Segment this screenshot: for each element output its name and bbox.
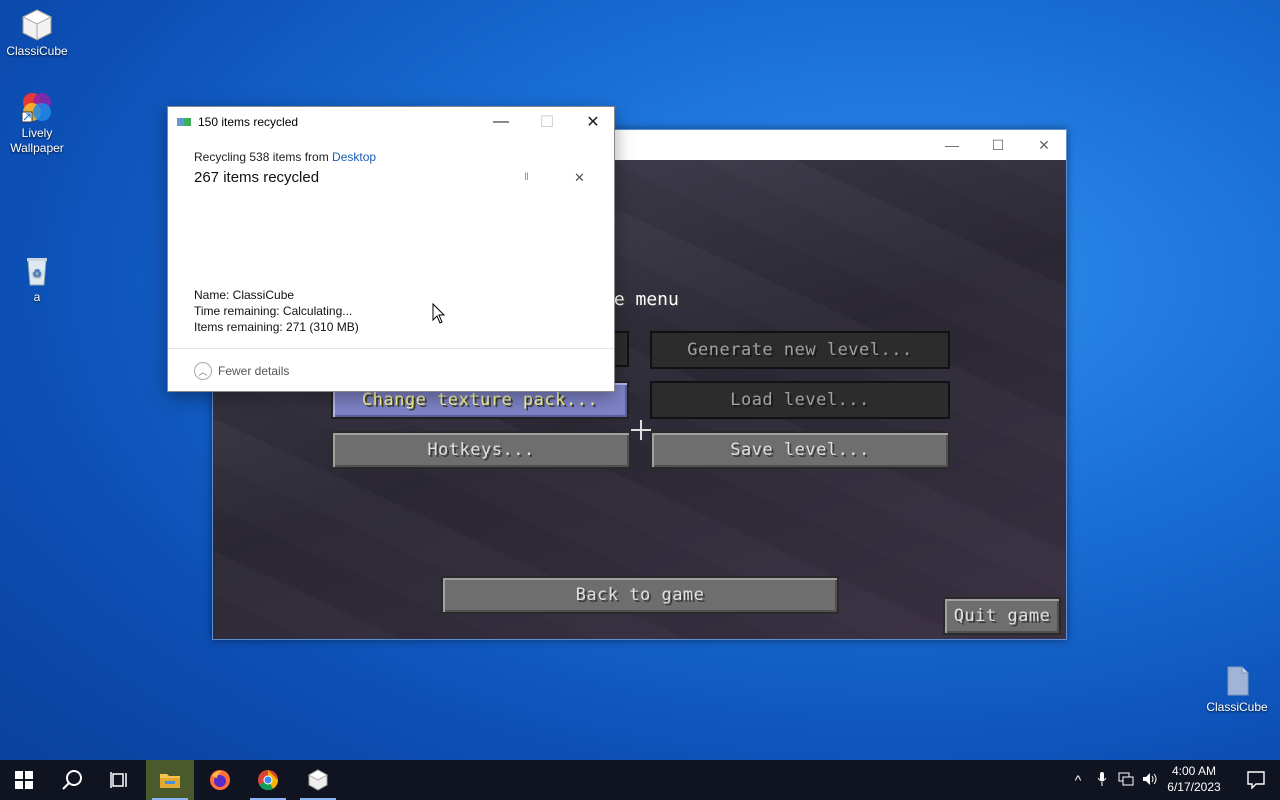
lively-wallpaper-icon (20, 90, 54, 124)
firefox-icon (210, 770, 230, 790)
microphone-icon[interactable] (1090, 771, 1114, 790)
classicube-icon (20, 8, 54, 42)
notification-button[interactable] (1232, 760, 1280, 800)
dialog-separator (168, 348, 614, 349)
progress-status: 267 items recycled (194, 169, 320, 186)
svg-text:♻: ♻ (32, 268, 42, 280)
recycle-bin-icon: ♻ (20, 254, 54, 288)
folder-icon (160, 774, 180, 788)
dialog-close-button[interactable]: ✕ (570, 107, 616, 137)
maximize-icon: ☐ (539, 114, 555, 131)
taskbar-clock[interactable]: 4:00 AM 6/17/2023 (1160, 763, 1228, 795)
recycle-progress-dialog: 150 items recycled — ☐ ✕ Recycling 538 i… (167, 106, 615, 392)
clock-time: 4:00 AM (1171, 764, 1217, 778)
dialog-maximize-button: ☐ (524, 107, 570, 137)
show-hidden-icons-chevron-icon[interactable]: ^ (1066, 772, 1090, 788)
quit-game-button[interactable]: Quit game (943, 597, 1061, 635)
close-icon: ✕ (586, 114, 600, 131)
network-icon[interactable] (1114, 772, 1138, 789)
detail-items-remaining: Items remaining: 271 (310 MB) (194, 320, 359, 334)
desktop-icon-recycle-bin[interactable]: ♻ a (0, 254, 74, 305)
chrome-icon (258, 770, 279, 791)
minimize-icon: — (945, 137, 959, 153)
clock-date: 6/17/2023 (1167, 780, 1221, 794)
maximize-icon: ☐ (991, 136, 1005, 153)
taskbar-classicube[interactable] (294, 760, 342, 800)
desktop-link[interactable]: Desktop (332, 150, 376, 164)
desktop-icon-label: ClassiCube (1206, 700, 1268, 714)
fewer-details-label: Fewer details (218, 364, 290, 378)
volume-icon[interactable] (1138, 772, 1162, 789)
game-minimize-button[interactable]: — (929, 130, 975, 160)
desktop-icon-label: Lively Wallpaper (10, 126, 64, 155)
save-level-button[interactable]: Save level... (650, 431, 950, 469)
pause-icon: II (524, 171, 529, 183)
system-tray: ^ (1066, 760, 1162, 800)
dialog-title: 150 items recycled (198, 115, 299, 129)
cancel-button[interactable]: ✕ (574, 170, 585, 186)
start-button[interactable] (0, 760, 48, 800)
task-view-button[interactable] (96, 760, 144, 800)
details-block: Name: ClassiCube Time remaining: Calcula… (194, 287, 359, 335)
generate-level-button[interactable]: Generate new level... (650, 331, 950, 369)
detail-time-remaining: Time remaining: Calculating... (194, 304, 353, 318)
recycling-source-text: Recycling 538 items from Desktop (194, 150, 376, 164)
search-button[interactable] (48, 760, 96, 800)
taskbar: ^ 4:00 AM 6/17/2023 (0, 760, 1280, 800)
taskbar-chrome[interactable] (244, 760, 292, 800)
close-icon: ✕ (1038, 136, 1050, 153)
file-icon (1220, 664, 1254, 698)
desktop-icon-lively-wallpaper[interactable]: Lively Wallpaper (0, 90, 74, 156)
desktop-icon-label: ClassiCube (6, 44, 68, 58)
task-view-icon (110, 772, 127, 788)
hotkeys-button[interactable]: Hotkeys... (331, 431, 631, 469)
fewer-details-toggle[interactable]: ︿ Fewer details (194, 362, 289, 380)
desktop-icon-label: a (33, 290, 41, 304)
back-to-game-button[interactable]: Back to game (441, 576, 839, 614)
recycle-app-icon (177, 116, 191, 128)
desktop-icon-classicube[interactable]: ClassiCube (0, 8, 74, 59)
cancel-icon: ✕ (574, 170, 585, 185)
game-maximize-button[interactable]: ☐ (975, 130, 1021, 160)
taskbar-firefox[interactable] (196, 760, 244, 800)
notification-icon (1247, 771, 1265, 789)
windows-logo-icon (15, 771, 33, 789)
game-close-button[interactable]: ✕ (1021, 130, 1067, 160)
taskbar-file-explorer[interactable] (146, 760, 194, 800)
chevron-up-icon: ︿ (194, 362, 212, 380)
search-icon (62, 770, 82, 790)
desktop-icon-classicube-file[interactable]: ClassiCube (1200, 664, 1274, 715)
detail-name: Name: ClassiCube (194, 288, 295, 302)
classicube-icon (307, 769, 329, 791)
dialog-titlebar: 150 items recycled — ☐ ✕ (168, 107, 614, 137)
crosshair-icon (631, 420, 651, 440)
dialog-minimize-button[interactable]: — (478, 107, 524, 137)
minimize-icon: — (493, 113, 509, 130)
load-level-button[interactable]: Load level... (650, 381, 950, 419)
pause-button[interactable]: II (524, 171, 529, 183)
recycling-prefix: Recycling 538 items from (194, 150, 333, 164)
